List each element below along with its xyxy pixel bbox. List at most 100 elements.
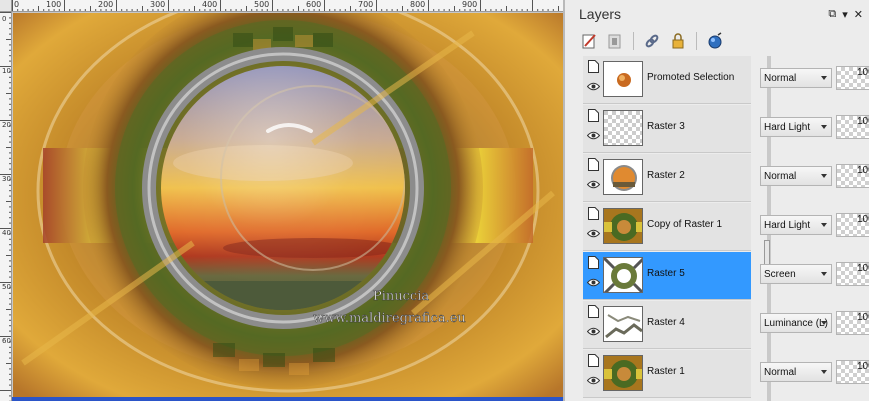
layer-row[interactable]: Raster 1 Normal 100: [579, 350, 869, 399]
layer-row[interactable]: Copy of Raster 1 Hard Light 100: [579, 203, 869, 252]
layer-row[interactable]: Raster 3 Hard Light 100: [579, 105, 869, 154]
opacity-field[interactable]: 100: [836, 262, 869, 286]
layer-thumbnail: [603, 355, 643, 391]
chevron-down-icon: [821, 174, 827, 178]
layer-item[interactable]: Raster 5: [583, 252, 751, 300]
layers-panel: Layers ⧉ ▾ ✕ Promoted Selection Normal 1…: [563, 0, 869, 401]
lock-button[interactable]: [668, 31, 688, 51]
layer-name: Raster 4: [647, 317, 685, 328]
layer-item[interactable]: Promoted Selection: [583, 56, 751, 104]
layer-thumbnail: [603, 208, 643, 244]
close-icon[interactable]: ✕: [854, 8, 863, 21]
watermark-line1: Pinuccia: [373, 289, 429, 304]
chevron-down-icon[interactable]: ▾: [842, 8, 848, 21]
ruler-label: 300: [150, 0, 166, 9]
opacity-value: 100: [857, 312, 869, 323]
eye-icon[interactable]: [587, 278, 600, 287]
blend-mode-dropdown[interactable]: Normal: [760, 362, 832, 382]
layer-thumbnail: [603, 159, 643, 195]
layer-page-icon[interactable]: [588, 354, 599, 367]
layer-item[interactable]: Raster 3: [583, 105, 751, 153]
layer-page-icon[interactable]: [588, 158, 599, 171]
ruler-label: 400: [202, 0, 218, 9]
opacity-value: 100: [857, 361, 869, 372]
toolbar-separator: [696, 32, 697, 50]
layer-page-icon[interactable]: [588, 256, 599, 269]
ruler-label: 700: [358, 0, 374, 9]
layer-properties-button[interactable]: [705, 31, 725, 51]
layer-row[interactable]: Promoted Selection Normal 100: [579, 56, 869, 105]
new-mask-button[interactable]: [605, 31, 625, 51]
ruler-label: 500: [254, 0, 270, 9]
blend-mode-dropdown[interactable]: Luminance (L): [760, 313, 832, 333]
layer-row[interactable]: Raster 2 Normal 100: [579, 154, 869, 203]
ruler-vertical: 0 100 200 300 400 500 600: [0, 12, 12, 401]
layer-page-icon[interactable]: [588, 207, 599, 220]
ruler-corner: [0, 0, 12, 12]
layer-page-icon[interactable]: [588, 109, 599, 122]
chevron-down-icon: [821, 272, 827, 276]
canvas-artwork[interactable]: Pinuccia www.maldiregrafica.eu: [13, 13, 563, 397]
opacity-value: 100: [857, 165, 869, 176]
layer-page-icon[interactable]: [588, 305, 599, 318]
layer-item[interactable]: Raster 1: [583, 350, 751, 398]
blend-mode-value: Screen: [764, 268, 796, 280]
artwork-image: Pinuccia www.maldiregrafica.eu: [13, 13, 563, 397]
opacity-field[interactable]: 100: [836, 115, 869, 139]
watermark-line2: www.maldiregrafica.eu: [313, 311, 466, 326]
new-layer-button[interactable]: [579, 31, 599, 51]
layer-row[interactable]: Raster 4 Luminance (L) 100: [579, 301, 869, 350]
layer-name: Raster 1: [647, 366, 685, 377]
layer-page-icon[interactable]: [588, 60, 599, 73]
opacity-field[interactable]: 100: [836, 66, 869, 90]
layer-name: Promoted Selection: [647, 72, 735, 83]
eye-icon[interactable]: [587, 180, 600, 189]
opacity-value: 100: [857, 214, 869, 225]
dock-icon[interactable]: ⧉: [828, 8, 836, 21]
opacity-field[interactable]: 100: [836, 213, 869, 237]
opacity-value: 100: [857, 263, 869, 274]
eye-icon[interactable]: [587, 131, 600, 140]
eye-icon[interactable]: [587, 229, 600, 238]
blend-mode-dropdown[interactable]: Screen: [760, 264, 832, 284]
ruler-ticks-horizontal: [12, 0, 559, 11]
link-button[interactable]: [642, 31, 662, 51]
opacity-field[interactable]: 100: [836, 164, 869, 188]
layer-name: Raster 3: [647, 121, 685, 132]
app-window: 0 100 200 300 400 500 600 700 800 900 0 …: [0, 0, 869, 401]
blend-mode-dropdown[interactable]: Normal: [760, 166, 832, 186]
ruler-label: 600: [2, 337, 11, 345]
chevron-down-icon: [821, 223, 827, 227]
opacity-field[interactable]: 100: [836, 360, 869, 384]
eye-icon[interactable]: [587, 376, 600, 385]
blend-mode-dropdown[interactable]: Hard Light: [760, 215, 832, 235]
layer-thumbnail: [603, 110, 643, 146]
paint-brush-icon: [582, 34, 596, 49]
layer-name: Raster 5: [647, 268, 685, 279]
opacity-field[interactable]: 100: [836, 311, 869, 335]
blend-mode-value: Hard Light: [764, 121, 811, 133]
ruler-label: 300: [2, 175, 11, 183]
layer-thumbnail: [603, 61, 643, 97]
blend-mode-dropdown[interactable]: Normal: [760, 68, 832, 88]
blend-mode-dropdown[interactable]: Hard Light: [760, 117, 832, 137]
ruler-label: 600: [306, 0, 322, 9]
canvas-bottom-bar: [12, 397, 563, 401]
layer-item[interactable]: Copy of Raster 1: [583, 203, 751, 251]
layer-item[interactable]: Raster 4: [583, 301, 751, 349]
layer-thumbnail: [603, 257, 643, 293]
opacity-value: 100: [857, 67, 869, 78]
ruler-label: 400: [2, 229, 11, 237]
eye-icon[interactable]: [587, 327, 600, 336]
layers-toolbar: [579, 30, 725, 52]
layer-item[interactable]: Raster 2: [583, 154, 751, 202]
mask-icon: [608, 34, 621, 49]
eye-icon[interactable]: [587, 82, 600, 91]
layer-thumbnail: [603, 306, 643, 342]
blend-mode-value: Hard Light: [764, 219, 811, 231]
link-icon: [645, 34, 659, 48]
chevron-down-icon: [821, 321, 827, 325]
layer-row[interactable]: Raster 5 Screen 100: [579, 252, 869, 301]
ruler-label: 800: [410, 0, 426, 9]
ruler-horizontal: 0 100 200 300 400 500 600 700 800 900: [12, 0, 563, 12]
